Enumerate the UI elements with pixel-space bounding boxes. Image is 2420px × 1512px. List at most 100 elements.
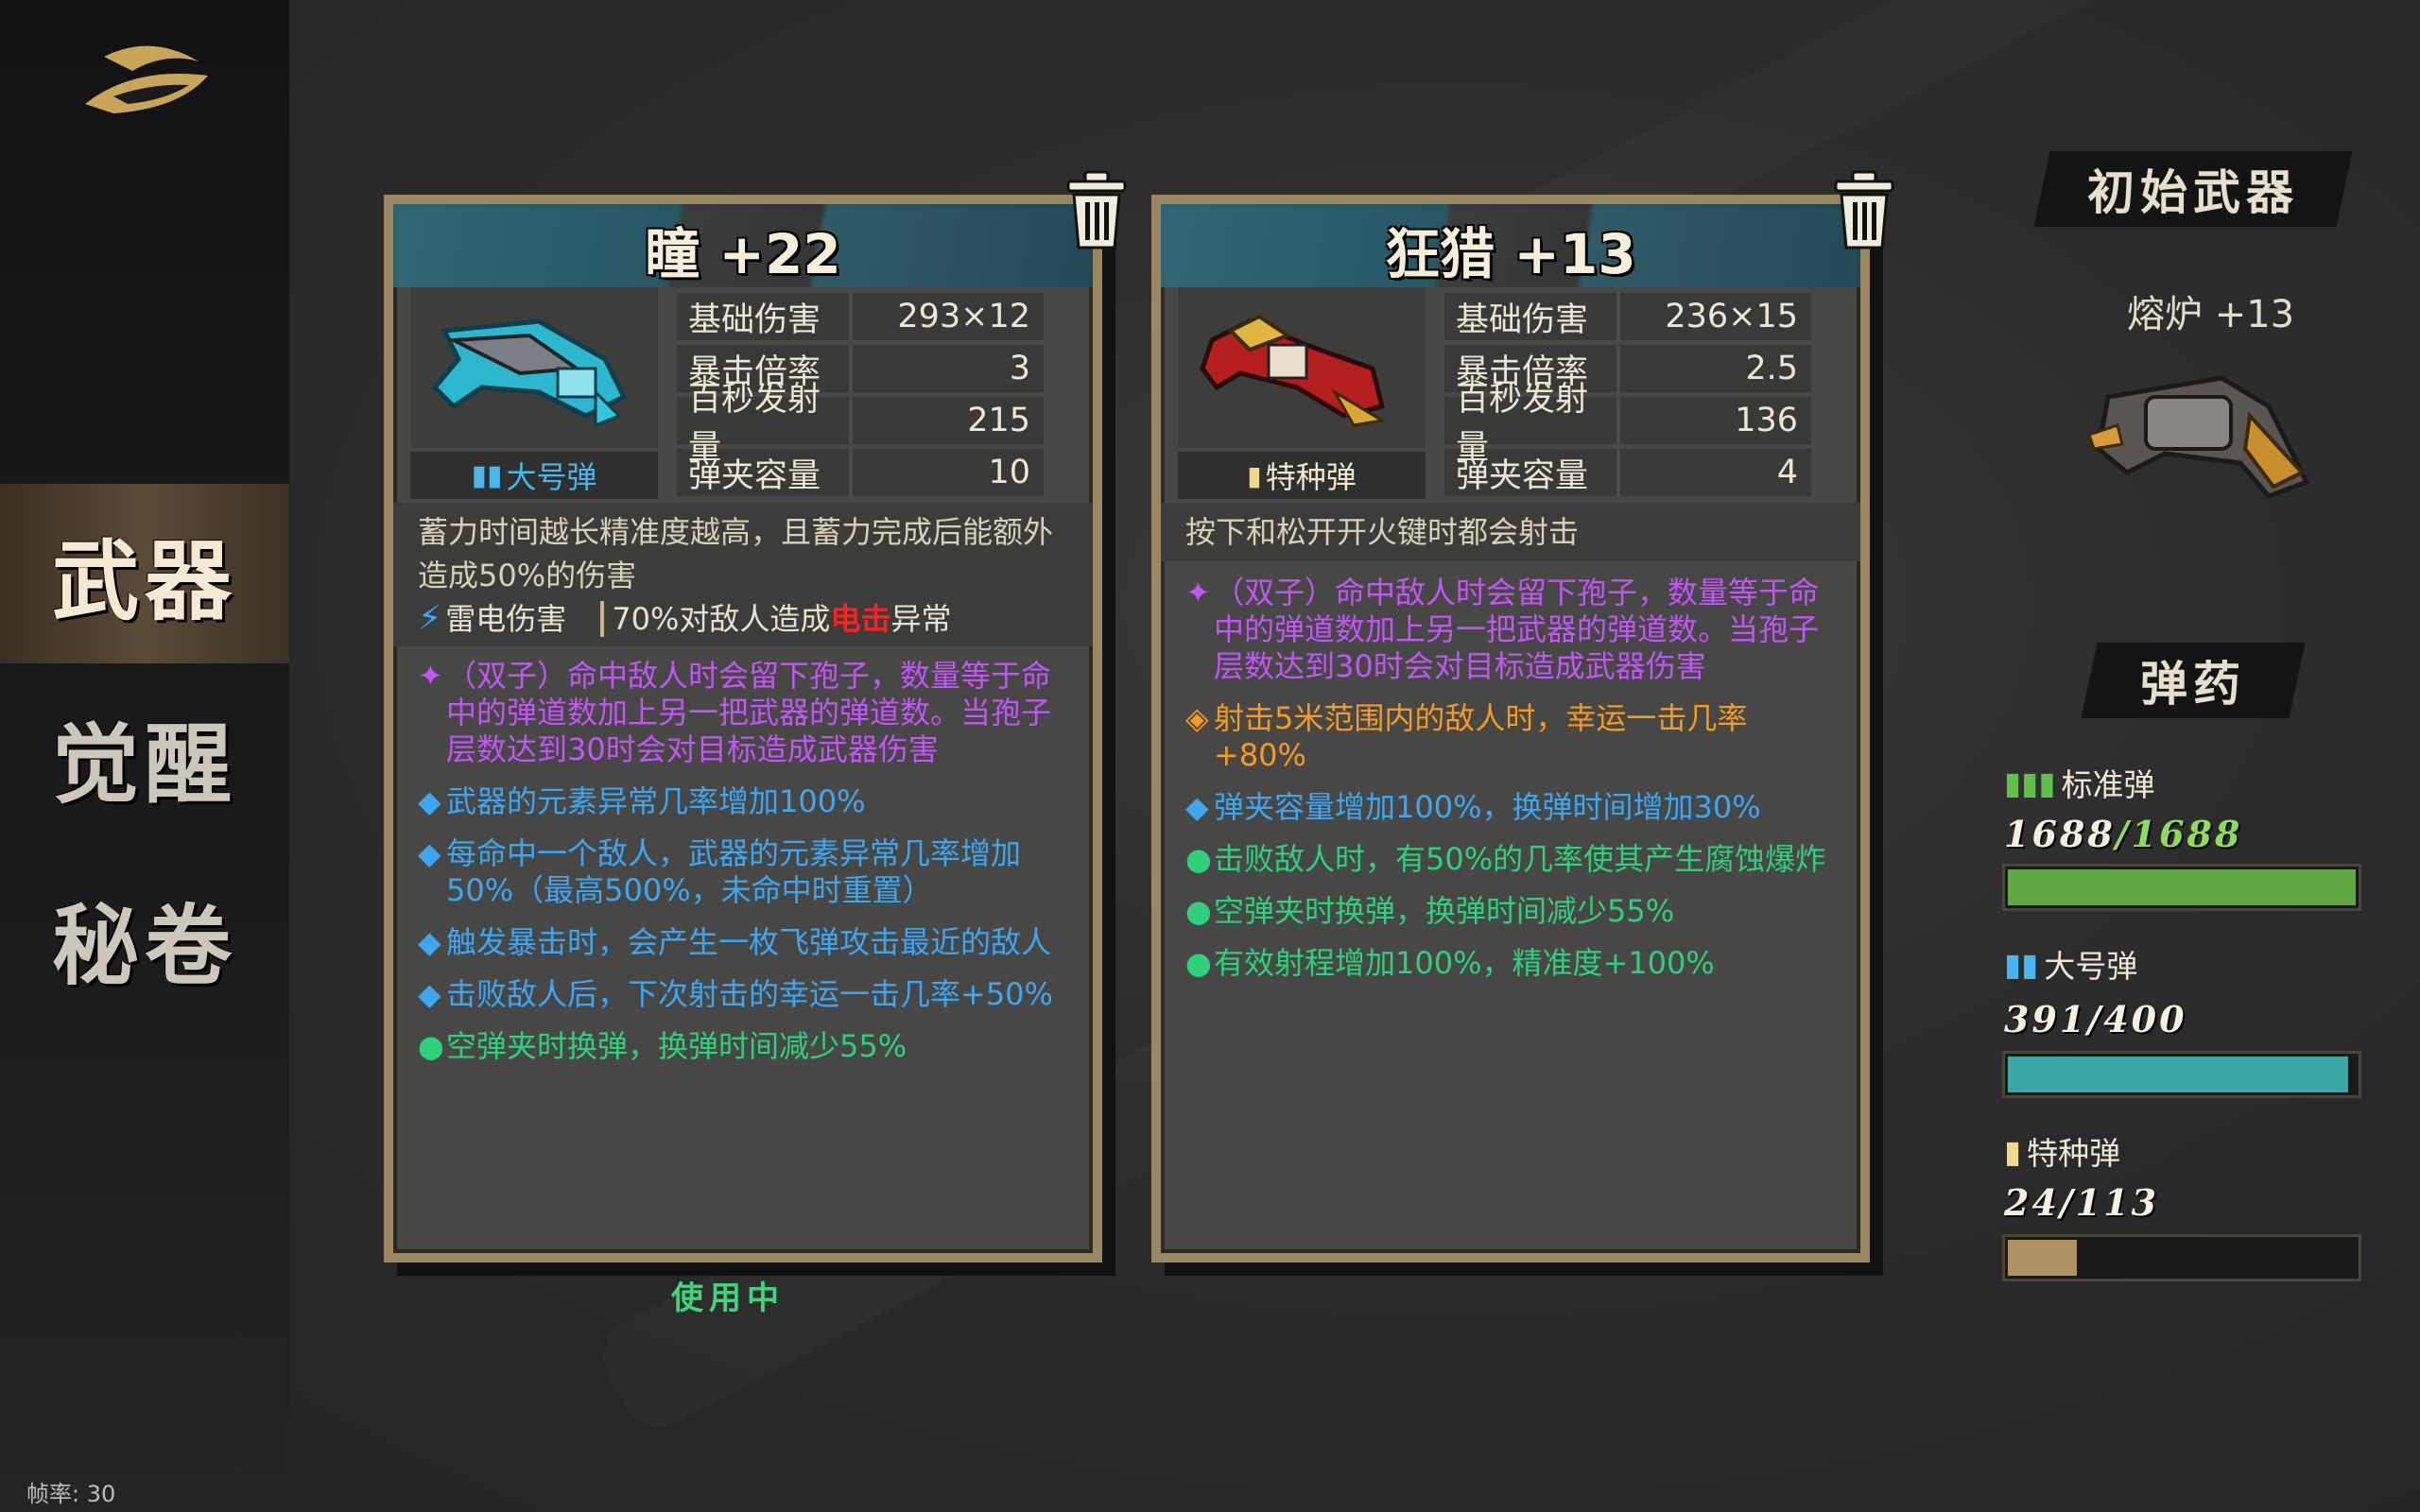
perk-item: ◆ 每命中一个敌人，武器的元素异常几率增加50%（最高500%，未命中时重置）	[418, 835, 1072, 909]
element-line: ⚡ 雷电伤害 70%对敌人造成 电击 异常	[393, 597, 1093, 641]
ammo-standard-count: 1688/1688	[2004, 813, 2243, 855]
perk-marker-icon: ◆	[418, 976, 441, 1012]
stat-value: 215	[967, 402, 1030, 439]
ammo-max: 1688	[2131, 813, 2243, 855]
ammo-label-text: 大号弹	[2044, 948, 2138, 985]
sidebar-item-scrolls[interactable]: 秘卷	[0, 849, 289, 1028]
perk-list: ✦ （双子）命中敌人时会留下孢子，数量等于命中的弹道数加上另一把武器的弹道数。当孢…	[393, 658, 1093, 1080]
ammo-label-text: 标准弹	[2061, 766, 2155, 803]
perk-text: 弹夹容量增加100%，换弹时间增加30%	[1214, 789, 1761, 825]
perk-item: ● 击败敌人时，有50%的几率使其产生腐蚀爆炸	[1185, 841, 1840, 878]
ammo-type-tag: ▮▮ 大号弹	[410, 452, 658, 499]
special-ammo-icon: ▮	[1247, 459, 1262, 491]
stat-value: 3	[1009, 350, 1030, 387]
sidebar: 武器 觉醒 秘卷 帧率: 30	[0, 0, 289, 1512]
stat-row: 百秒发射量 136	[1444, 372, 1811, 469]
perk-item: ◆ 触发暴击时，会产生一枚飞弹攻击最近的敌人	[418, 924, 1072, 961]
game-logo-icon	[85, 45, 208, 113]
ammo-type-label: 特种弹	[1265, 459, 1357, 495]
red-gold-gun-icon	[1200, 314, 1387, 427]
weapon-description-box: 按下和松开开火键时都会射击	[1161, 503, 1860, 561]
fps-counter: 帧率: 30	[26, 1481, 116, 1507]
stat-value: 136	[1735, 402, 1798, 439]
perk-marker-icon: ●	[1185, 841, 1212, 877]
special-ammo-icon: ▮	[2004, 1132, 2022, 1170]
ammo-max: 400	[2103, 998, 2187, 1040]
weapon-description: 按下和松开开火键时都会射击	[1185, 514, 1580, 550]
ammo-type-label: 大号弹	[506, 459, 597, 495]
starter-weapon-title: 初始武器	[2087, 164, 2299, 220]
perk-item: ◆ 弹夹容量增加100%，换弹时间增加30%	[1185, 789, 1840, 826]
weapon-name: 瞳 +22	[645, 222, 841, 286]
starter-weapon-name: 熔炉 +13	[2127, 293, 2295, 336]
in-use-label: 使用中	[671, 1280, 785, 1317]
perk-marker-icon: ●	[418, 1028, 444, 1064]
perk-item: ● 有效射程增加100%，精准度+100%	[1185, 945, 1840, 982]
large-ammo-icon: ▮▮	[2004, 945, 2039, 983]
sidebar-item-weapons[interactable]: 武器	[0, 484, 289, 663]
weapon-card-2[interactable]: 狂猎 +13 ▮ 特种弹 基础伤害 236×15 暴击倍率 2.5 百秒发射量 136…	[1151, 170, 1894, 1263]
perk-item: ✦ （双子）命中敌人时会留下孢子，数量等于命中的弹道数加上另一把武器的弹道数。当孢…	[1185, 575, 1840, 685]
perk-marker-icon: ◆	[418, 835, 441, 871]
stat-label: 基础伤害	[677, 292, 853, 341]
stat-label: 弹夹容量	[1444, 448, 1620, 497]
ammo-standard-bar	[2002, 864, 2361, 911]
perk-item: ● 空弹夹时换弹，换弹时间减少55%	[1185, 893, 1840, 930]
element-text-suffix: 异常	[890, 601, 952, 637]
perk-marker-icon: ◆	[418, 924, 441, 960]
ammo-bar-fill	[2008, 1057, 2348, 1092]
element-highlight: 电击	[830, 601, 891, 637]
perk-marker-icon: ◆	[418, 783, 441, 819]
ammo-large-bar	[2002, 1051, 2361, 1098]
ammo-special-count: 24/113	[2004, 1181, 2160, 1224]
ammo-large-count: 391/400	[2004, 998, 2187, 1040]
ammo-large-label: ▮▮ 大号弹	[2004, 941, 2137, 987]
perk-text: 武器的元素异常几率增加100%	[446, 783, 866, 819]
stat-value: 236×15	[1665, 298, 1798, 335]
trash-icon[interactable]	[1830, 168, 1898, 251]
perk-text: 有效射程增加100%，精准度+100%	[1214, 945, 1715, 981]
perk-marker-icon: ◆	[1185, 789, 1209, 825]
ammo-current: 391	[2004, 998, 2088, 1040]
weapon-description-box: 蓄力时间越长精准度越高，且蓄力完成后能额外造成50%的伤害 ⚡ 雷电伤害 70%…	[393, 503, 1093, 646]
perk-text: 射击5米范围内的敌人时，幸运一击几率+80%	[1214, 700, 1748, 773]
stat-value: 2.5	[1745, 350, 1798, 387]
ammo-bar-fill	[2008, 1240, 2078, 1276]
perk-item: ● 空弹夹时换弹，换弹时间减少55%	[418, 1028, 1072, 1065]
perk-text: 空弹夹时换弹，换弹时间减少55%	[1214, 893, 1675, 929]
trash-icon[interactable]	[1063, 168, 1131, 251]
stat-row: 百秒发射量 215	[677, 372, 1044, 469]
perk-text: 触发暴击时，会产生一枚飞弹攻击最近的敌人	[446, 924, 1052, 960]
perk-text: 每命中一个敌人，武器的元素异常几率增加50%（最高500%，未命中时重置）	[446, 835, 1022, 908]
divider	[600, 601, 605, 637]
ammo-standard-label: ▮▮▮ 标准弹	[2004, 760, 2154, 805]
weapon-name: 狂猎 +13	[1385, 222, 1636, 286]
perk-text: 击败敌人时，有50%的几率使其产生腐蚀爆炸	[1214, 841, 1826, 877]
perk-text: （双子）命中敌人时会留下孢子，数量等于命中的弹道数加上另一把武器的弹道数。当孢子…	[1214, 575, 1820, 684]
sidebar-item-awakening[interactable]: 觉醒	[0, 667, 289, 847]
weapon-stats: 基础伤害 293×12 暴击倍率 3 百秒发射量 215 弹夹容量 10	[677, 292, 1044, 501]
ammo-current: 24	[2004, 1181, 2060, 1224]
ammo-special-label: ▮ 特种弹	[2004, 1128, 2120, 1174]
stat-value: 293×12	[897, 298, 1030, 335]
perk-marker-icon: ✦	[418, 658, 443, 694]
weapon-image	[1178, 287, 1426, 448]
perk-text: 空弹夹时换弹，换弹时间减少55%	[446, 1028, 908, 1064]
weapon-stats: 基础伤害 236×15 暴击倍率 2.5 百秒发射量 136 弹夹容量 4	[1444, 292, 1811, 501]
element-name: 雷电伤害	[445, 601, 567, 637]
stat-row: 弹夹容量 4	[1444, 448, 1811, 497]
stat-value: 10	[988, 454, 1030, 491]
stat-row: 基础伤害 236×15	[1444, 292, 1811, 341]
stat-value: 4	[1776, 454, 1798, 491]
starter-gun-icon[interactable]	[2080, 359, 2316, 510]
stat-row: 弹夹容量 10	[677, 448, 1044, 497]
perk-marker-icon: ✦	[1185, 575, 1211, 610]
weapon-card-1[interactable]: 瞳 +22 ▮▮ 大号弹 基础伤害 293×12 暴击倍率 3 百秒发射量 215 弹…	[384, 170, 1127, 1263]
perk-marker-icon: ●	[1185, 945, 1212, 981]
ammo-type-tag: ▮ 特种弹	[1178, 452, 1426, 499]
perk-text: 击败敌人后，下次射击的幸运一击几率+50%	[446, 976, 1053, 1012]
ammo-banner: 弹药	[2081, 643, 2306, 718]
stat-label: 基础伤害	[1444, 292, 1620, 341]
ammo-bar-fill	[2008, 869, 2356, 905]
perk-marker-icon: ◈	[1185, 700, 1209, 736]
